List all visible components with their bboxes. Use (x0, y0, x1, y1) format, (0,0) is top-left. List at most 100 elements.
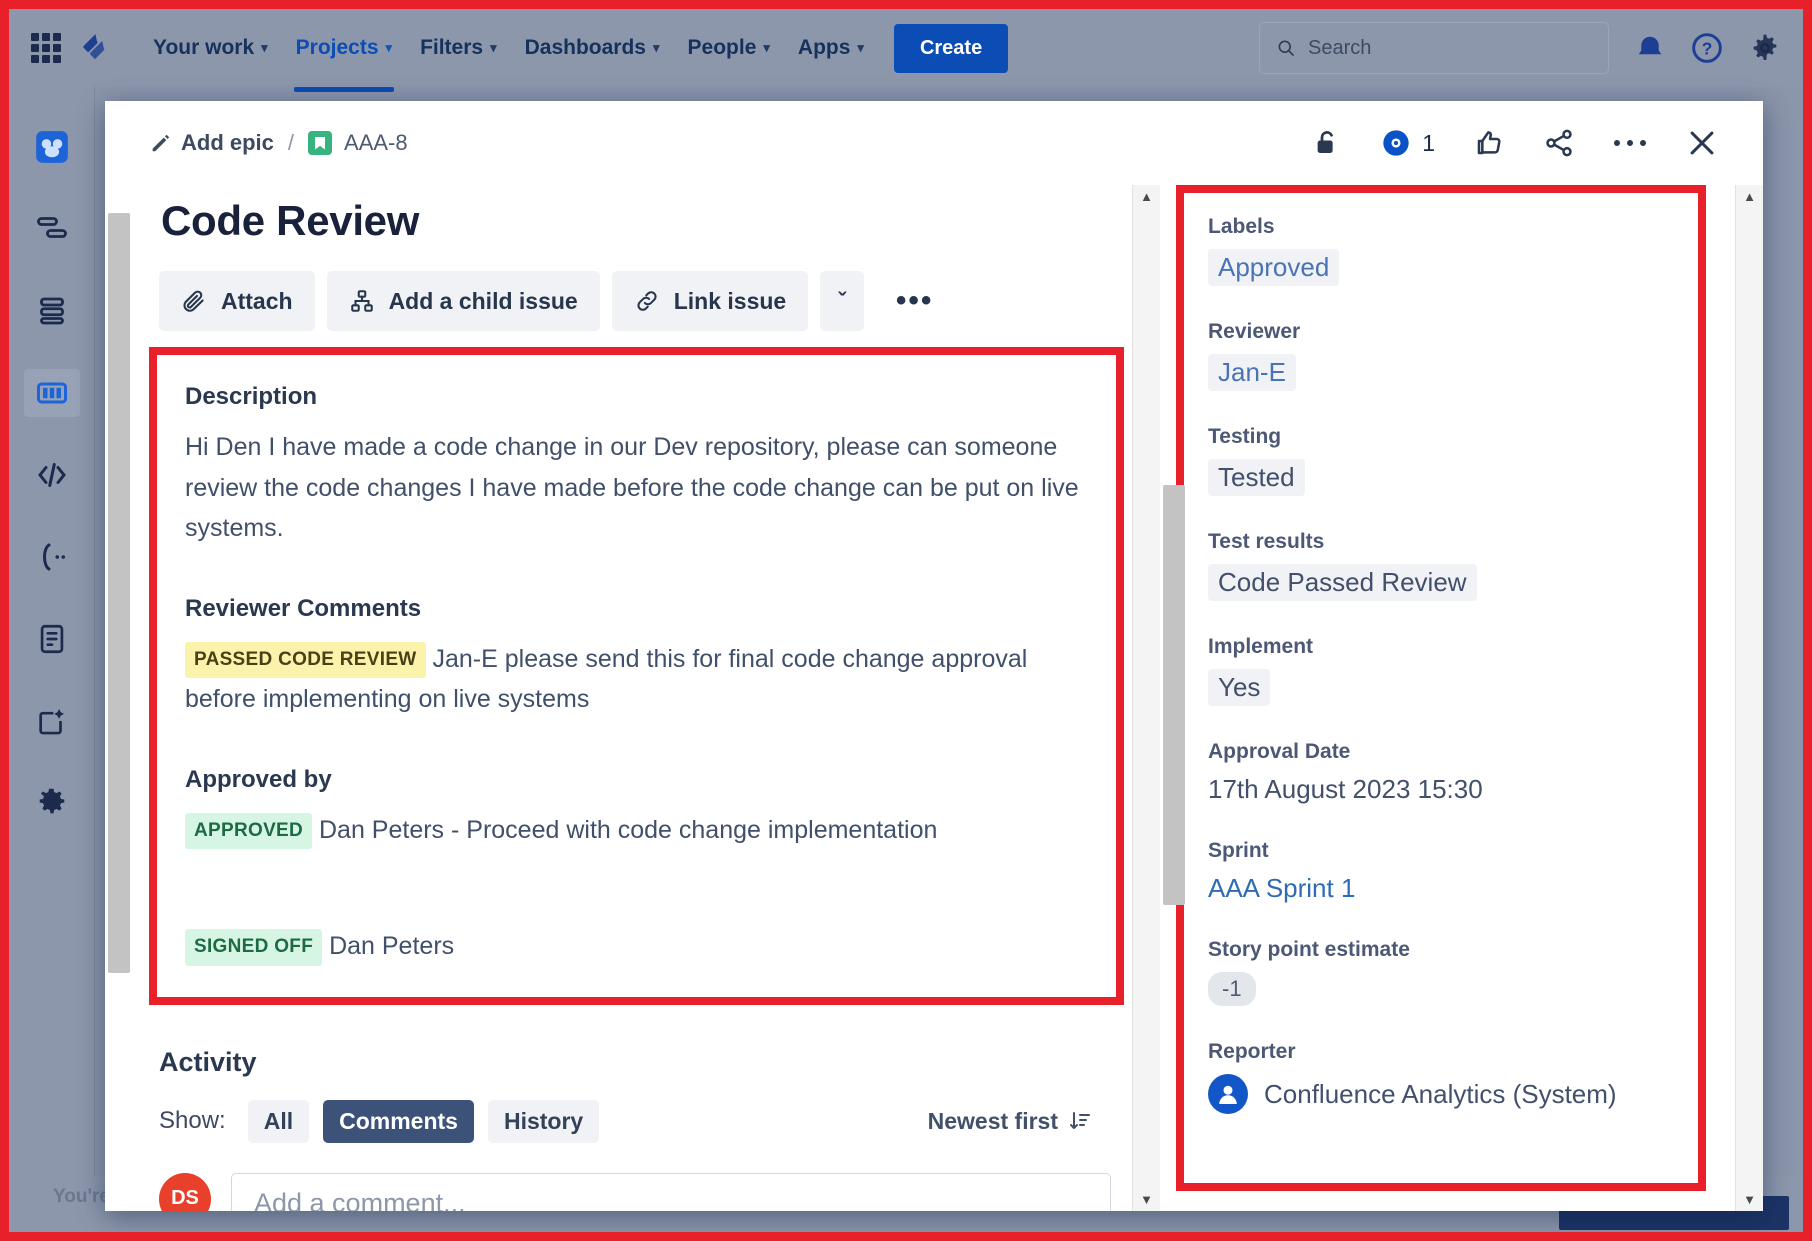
add-child-issue-label: Add a child issue (389, 288, 578, 315)
add-comment-row: DS Add a comment... (159, 1173, 1142, 1212)
sidebar-item-roadmap[interactable] (24, 205, 80, 253)
field-reporter: Reporter Confluence Analytics (System) (1208, 1040, 1698, 1114)
toolbar-dropdown-button[interactable]: ˇ (820, 271, 864, 331)
watch-eye-icon[interactable]: 1 (1380, 127, 1435, 159)
activity-filter-comments[interactable]: Comments (323, 1100, 474, 1143)
content-scrollbar-thumb[interactable] (108, 213, 130, 973)
scroll-up-arrow-icon[interactable]: ▲ (1743, 185, 1756, 208)
add-epic-link[interactable]: Add epic (149, 130, 274, 156)
link-issue-button[interactable]: Link issue (612, 271, 808, 331)
more-actions-icon[interactable] (1613, 137, 1647, 149)
passed-code-review-badge: PASSED CODE REVIEW (185, 642, 426, 679)
sidebar-item-board[interactable] (24, 369, 80, 417)
signed-off-text[interactable]: SIGNED OFF Dan Peters (185, 926, 1088, 967)
sidebar-item-project-settings[interactable] (24, 779, 80, 827)
content-spacer (185, 850, 1088, 926)
watcher-count: 1 (1422, 130, 1435, 157)
jira-logo-icon[interactable] (79, 31, 113, 65)
reporter-name: Confluence Analytics (System) (1264, 1079, 1617, 1110)
scroll-down-arrow-icon[interactable]: ▼ (1743, 1188, 1756, 1211)
close-icon[interactable] (1685, 126, 1719, 160)
reviewer-comments-text[interactable]: PASSED CODE REVIEW Jan-E please send thi… (185, 639, 1088, 720)
nav-item-dashboards[interactable]: Dashboards ▾ (511, 26, 674, 70)
field-label: Test results (1208, 530, 1698, 554)
chevron-down-icon: ▾ (653, 40, 660, 56)
toolbar-more-button[interactable]: ••• (876, 271, 954, 331)
sidebar-item-backlog[interactable] (24, 287, 80, 335)
show-label: Show: (159, 1107, 226, 1135)
share-icon[interactable] (1543, 127, 1575, 159)
app-switcher-icon[interactable] (31, 33, 61, 63)
search-input[interactable]: Search (1259, 22, 1609, 74)
issue-details-panel: Labels Approved Reviewer Jan-E (1160, 185, 1763, 1211)
create-button[interactable]: Create (894, 24, 1008, 73)
scroll-up-arrow-icon[interactable]: ▲ (1140, 185, 1153, 208)
field-value: Approved (1208, 249, 1698, 286)
app-root: Your work ▾ Projects ▾ Filters ▾ Dashboa… (9, 9, 1803, 1232)
settings-gear-icon[interactable] (1749, 32, 1781, 64)
nav-label: People (688, 36, 757, 60)
sidebar-item-code[interactable] (24, 451, 80, 499)
nav-item-your-work[interactable]: Your work ▾ (139, 26, 282, 70)
like-thumbsup-icon[interactable] (1473, 127, 1505, 159)
implement-chip[interactable]: Yes (1208, 669, 1270, 706)
activity-sort-toggle[interactable]: Newest first (928, 1108, 1142, 1135)
details-scrollbar[interactable]: ▲ ▼ (1735, 185, 1763, 1211)
help-icon[interactable]: ? (1691, 32, 1723, 64)
field-value: Code Passed Review (1208, 564, 1698, 601)
content-scrollbar[interactable]: ▲ ▼ (1132, 185, 1160, 1211)
nav-item-apps[interactable]: Apps ▾ (784, 26, 878, 70)
field-implement: Implement Yes (1208, 635, 1698, 706)
project-sidebar-rail (9, 87, 95, 1232)
more-actions-icon: ••• (896, 284, 934, 318)
issue-main-content: Code Review Attach Add a child issue (105, 185, 1160, 1211)
approval-date-value[interactable]: 17th August 2023 15:30 (1208, 774, 1698, 805)
description-heading: Description (185, 383, 1088, 411)
paperclip-icon (181, 288, 207, 314)
label-chip-approved[interactable]: Approved (1208, 249, 1339, 286)
sprint-link[interactable]: AAA Sprint 1 (1208, 873, 1355, 903)
sidebar-item-releases[interactable] (24, 533, 80, 581)
reporter-row[interactable]: Confluence Analytics (System) (1208, 1074, 1698, 1114)
add-epic-label: Add epic (181, 130, 274, 156)
sidebar-item-add-shortcut[interactable] (24, 697, 80, 745)
activity-section: Activity Show: All Comments History Newe… (159, 1047, 1142, 1212)
scroll-down-arrow-icon[interactable]: ▼ (1140, 1188, 1153, 1211)
story-points-chip[interactable]: -1 (1208, 972, 1256, 1006)
link-issue-label: Link issue (674, 288, 786, 315)
description-text[interactable]: Hi Den I have made a code change in our … (185, 427, 1088, 549)
reviewer-chip[interactable]: Jan-E (1208, 354, 1296, 391)
approved-by-text[interactable]: APPROVED Dan Peters - Proceed with code … (185, 810, 1088, 851)
nav-label: Dashboards (525, 36, 646, 60)
avatar[interactable]: DS (159, 1173, 211, 1212)
reporter-avatar-icon (1208, 1074, 1248, 1114)
field-value: Tested (1208, 459, 1698, 496)
issue-content-scroll: Code Review Attach Add a child issue (149, 185, 1160, 1211)
activity-filter-all[interactable]: All (248, 1100, 309, 1143)
field-value: AAA Sprint 1 (1208, 873, 1698, 904)
attach-button[interactable]: Attach (159, 271, 315, 331)
unlock-icon[interactable] (1312, 126, 1342, 160)
nav-item-projects[interactable]: Projects ▾ (282, 26, 406, 70)
comment-input[interactable]: Add a comment... (231, 1173, 1111, 1212)
search-icon (1276, 38, 1296, 58)
nav-item-people[interactable]: People ▾ (674, 26, 784, 70)
notifications-icon[interactable] (1635, 33, 1665, 63)
reviewer-comments-heading: Reviewer Comments (185, 595, 1088, 623)
add-child-issue-button[interactable]: Add a child issue (327, 271, 600, 331)
field-value: Jan-E (1208, 354, 1698, 391)
field-label: Approval Date (1208, 740, 1698, 764)
chevron-down-icon: ▾ (261, 40, 268, 56)
testing-chip[interactable]: Tested (1208, 459, 1305, 496)
details-scrollbar-thumb[interactable] (1163, 485, 1185, 905)
field-approval-date: Approval Date 17th August 2023 15:30 (1208, 740, 1698, 805)
nav-label: Apps (798, 36, 851, 60)
sidebar-item-project-avatar[interactable] (24, 123, 80, 171)
nav-item-filters[interactable]: Filters ▾ (406, 26, 511, 70)
field-value: Yes (1208, 669, 1698, 706)
sidebar-item-pages[interactable] (24, 615, 80, 663)
activity-filter-history[interactable]: History (488, 1100, 599, 1143)
issue-key-link[interactable]: AAA-8 (308, 130, 408, 156)
test-results-chip[interactable]: Code Passed Review (1208, 564, 1477, 601)
field-reviewer: Reviewer Jan-E (1208, 320, 1698, 391)
